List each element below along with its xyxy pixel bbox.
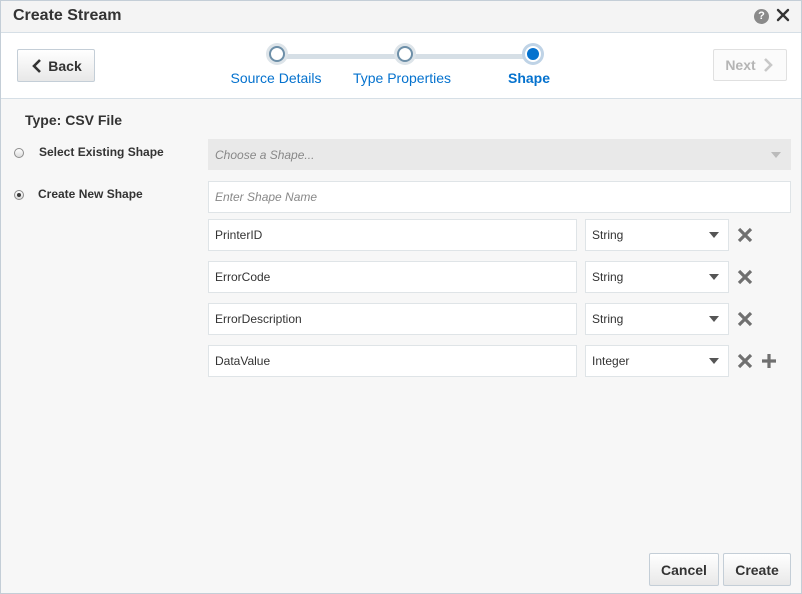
field-type-value: String bbox=[592, 312, 624, 326]
delete-field-icon[interactable] bbox=[737, 311, 753, 327]
field-type-select[interactable]: String bbox=[585, 261, 729, 293]
shape-name-input[interactable]: Enter Shape Name bbox=[208, 181, 791, 213]
add-field-icon[interactable] bbox=[762, 354, 776, 368]
create-label: Create bbox=[735, 561, 779, 578]
field-type-value: Integer bbox=[592, 354, 630, 368]
field-type-select[interactable]: String bbox=[585, 219, 729, 251]
chevron-down-icon bbox=[771, 151, 781, 158]
cancel-button[interactable]: Cancel bbox=[649, 553, 719, 586]
type-label: Type: bbox=[25, 112, 62, 128]
field-name-input[interactable]: ErrorCode bbox=[208, 261, 577, 293]
back-button[interactable]: Back bbox=[17, 49, 95, 82]
chevron-right-icon bbox=[763, 58, 773, 72]
next-button: Next bbox=[713, 49, 787, 81]
field-name-value: ErrorDescription bbox=[215, 312, 302, 326]
type-value: CSV File bbox=[65, 112, 122, 128]
chevron-down-icon bbox=[709, 232, 719, 238]
create-new-shape-radio[interactable] bbox=[14, 190, 24, 200]
delete-field-icon[interactable] bbox=[737, 353, 753, 369]
dialog-titlebar: Create Stream ? bbox=[1, 1, 801, 33]
train-label-type-properties[interactable]: Type Properties bbox=[353, 70, 451, 86]
train-track-2 bbox=[405, 54, 533, 59]
chevron-down-icon bbox=[709, 316, 719, 322]
next-label: Next bbox=[725, 57, 756, 73]
cancel-label: Cancel bbox=[661, 561, 707, 578]
field-name-input[interactable]: DataValue bbox=[208, 345, 577, 377]
train-stop-type-properties[interactable] bbox=[397, 46, 413, 62]
field-type-select[interactable]: String bbox=[585, 303, 729, 335]
train-track-1 bbox=[277, 54, 405, 59]
back-label: Back bbox=[48, 57, 82, 74]
field-name-value: DataValue bbox=[215, 354, 271, 368]
select-existing-shape-label[interactable]: Select Existing Shape bbox=[39, 145, 164, 159]
help-icon[interactable]: ? bbox=[754, 9, 769, 24]
field-name-input[interactable]: ErrorDescription bbox=[208, 303, 577, 335]
delete-field-icon[interactable] bbox=[737, 227, 753, 243]
train-label-shape: Shape bbox=[507, 70, 551, 86]
field-name-value: PrinterID bbox=[215, 228, 263, 242]
create-new-shape-label[interactable]: Create New Shape bbox=[38, 187, 143, 201]
train-stop-source-details[interactable] bbox=[269, 46, 285, 62]
create-stream-dialog: Create Stream ? Back Source Details Type… bbox=[0, 0, 802, 594]
chevron-down-icon bbox=[709, 358, 719, 364]
train-stop-shape bbox=[525, 46, 541, 62]
chevron-down-icon bbox=[709, 274, 719, 280]
close-icon[interactable] bbox=[776, 8, 790, 22]
train-label-source-details[interactable]: Source Details bbox=[230, 70, 321, 86]
existing-shape-placeholder: Choose a Shape... bbox=[215, 147, 315, 162]
dialog-title: Create Stream bbox=[13, 7, 122, 24]
existing-shape-select: Choose a Shape... bbox=[208, 139, 791, 170]
field-type-select[interactable]: Integer bbox=[585, 345, 729, 377]
field-name-input[interactable]: PrinterID bbox=[208, 219, 577, 251]
shape-name-placeholder: Enter Shape Name bbox=[215, 190, 318, 204]
wizard-train-bar: Back Source Details Type Properties Shap… bbox=[1, 33, 801, 99]
chevron-left-icon bbox=[32, 58, 42, 73]
select-existing-shape-radio[interactable] bbox=[14, 148, 24, 158]
delete-field-icon[interactable] bbox=[737, 269, 753, 285]
field-type-value: String bbox=[592, 270, 624, 284]
field-type-value: String bbox=[592, 228, 624, 242]
create-button[interactable]: Create bbox=[723, 553, 791, 586]
type-row: Type: CSV File bbox=[25, 112, 122, 128]
field-name-value: ErrorCode bbox=[215, 270, 271, 284]
